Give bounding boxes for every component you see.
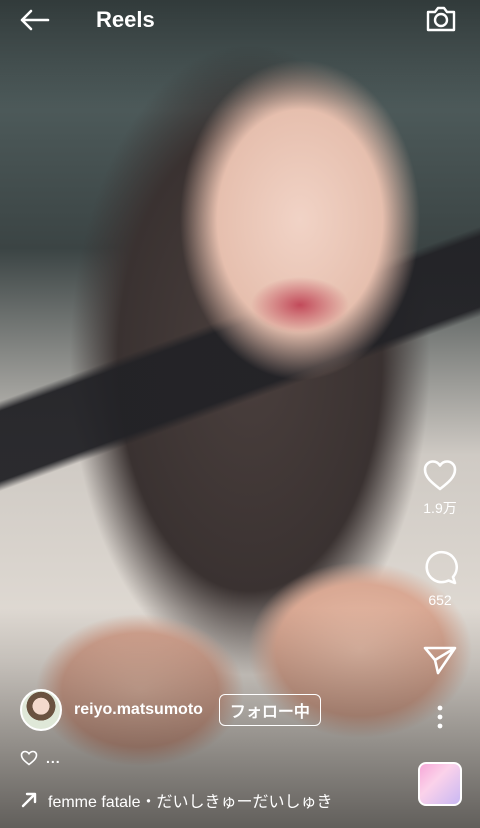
trending-arrow-icon (21, 792, 37, 808)
audio-thumbnail[interactable] (418, 762, 462, 806)
author-row: reiyo.matsumoto フォロー中 (20, 688, 321, 732)
comment-bubble-icon (425, 550, 458, 585)
camera-button[interactable] (424, 4, 458, 34)
send-icon (423, 646, 457, 675)
caption-row[interactable]: ... (20, 750, 61, 766)
like-count: 1.9万 (423, 500, 457, 516)
audio-row[interactable]: femme fatale・だいしきゅーだいしゅき (20, 788, 333, 812)
back-button[interactable] (18, 6, 54, 34)
page-title: Reels (96, 7, 155, 32)
heart-outline-small-icon (20, 750, 38, 766)
comment-action[interactable]: 652 (418, 550, 462, 608)
more-action[interactable] (418, 704, 462, 730)
like-action[interactable]: 1.9万 (418, 458, 462, 518)
share-action[interactable] (418, 644, 462, 676)
avatar[interactable] (20, 689, 62, 731)
caption-more[interactable]: ... (46, 750, 61, 766)
top-bar: Reels (0, 0, 480, 40)
camera-icon (426, 6, 456, 32)
reel-video[interactable]: Reels 1.9万 652 reiyo.matsumoto フォロー中 ...… (0, 0, 480, 828)
heart-icon (423, 460, 457, 491)
username[interactable]: reiyo.matsumoto (74, 701, 203, 719)
following-button[interactable]: フォロー中 (218, 694, 321, 726)
arrow-left-icon (20, 9, 50, 31)
more-vertical-icon (437, 705, 443, 729)
comment-count: 652 (428, 592, 452, 608)
audio-title[interactable]: femme fatale・だいしきゅーだいしゅき (48, 788, 333, 812)
